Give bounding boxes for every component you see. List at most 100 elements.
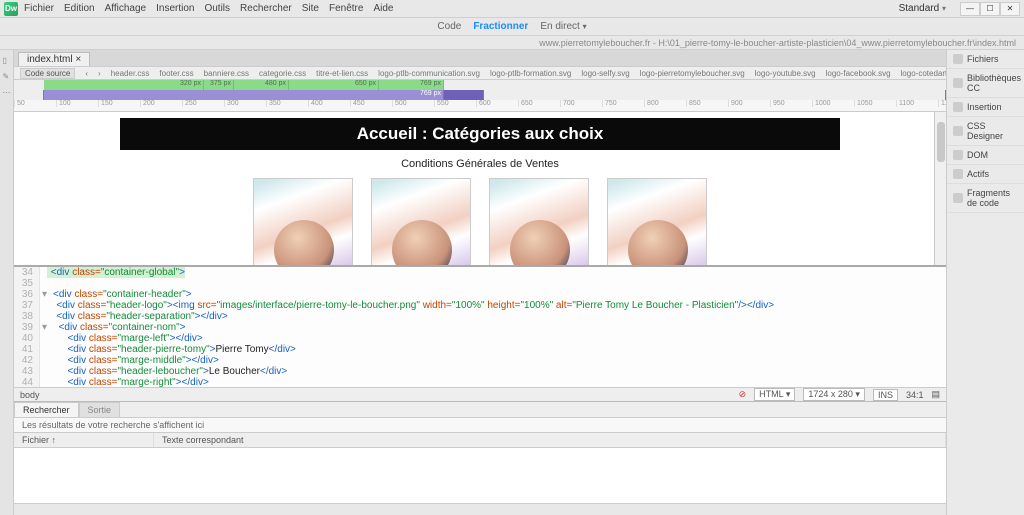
tag-path[interactable]: body	[20, 390, 40, 400]
nav-next-icon[interactable]: ›	[98, 69, 101, 78]
related-file[interactable]: categorie.css	[259, 69, 306, 78]
panel-dom[interactable]: DOM	[947, 146, 1024, 165]
line-number: 38	[14, 311, 40, 322]
mq-segment[interactable]: 320 px	[44, 80, 204, 90]
related-file[interactable]: logo-cotedartiste.svg	[901, 69, 946, 78]
nav-prev-icon[interactable]: ‹	[85, 69, 88, 78]
related-file[interactable]: logo-pierretomyleboucher.svg	[640, 69, 745, 78]
mq-segment[interactable]: 769 px	[44, 90, 444, 100]
code-view[interactable]: 34 <div class="container-global">35 36▾<…	[14, 267, 946, 387]
view-code[interactable]: Code	[437, 21, 461, 32]
tool-icon[interactable]: ⋯	[3, 88, 11, 96]
mq-segment[interactable]: 769 px	[379, 80, 444, 90]
files-icon	[953, 54, 963, 64]
media-query-bar-max[interactable]: 769 px	[14, 90, 946, 100]
left-toolbar: ▯ ✎ ⋯	[0, 50, 14, 515]
line-number: 42	[14, 355, 40, 366]
maximize-button[interactable]: ☐	[980, 2, 1000, 16]
page-heading: Accueil : Catégories aux choix	[120, 118, 840, 150]
tag-selector-bar: body ⊘ HTML ▾ 1724 x 280 ▾ INS 34:1 ▤	[14, 387, 946, 401]
code-line[interactable]: <div class="container-header">	[49, 289, 192, 300]
fold-arrow-icon[interactable]: ▾	[40, 289, 49, 300]
panel-cclib[interactable]: Bibliothèques CC	[947, 69, 1024, 98]
related-file[interactable]: banniere.css	[204, 69, 249, 78]
view-live[interactable]: En direct ▾	[540, 21, 586, 32]
code-line[interactable]	[47, 278, 51, 289]
menu-item[interactable]: Site	[302, 3, 319, 14]
fold-arrow-icon	[40, 267, 47, 278]
code-line[interactable]: <div class="header-separation"></div>	[47, 311, 228, 322]
fold-arrow-icon[interactable]: ▾	[40, 322, 49, 333]
ruler: 5010015020025030035040045050055060065070…	[14, 100, 946, 112]
workspace-switcher[interactable]: Standard ▾	[899, 3, 946, 14]
source-code-toggle[interactable]: Code source	[20, 68, 75, 79]
portrait-card[interactable]	[607, 178, 707, 267]
search-panel: Rechercher Sortie Les résultats de votre…	[14, 401, 946, 515]
code-line[interactable]: <div class="header-leboucher">Le Boucher…	[47, 366, 287, 377]
code-line[interactable]: <div class="marge-left"></div>	[47, 333, 203, 344]
portrait-card[interactable]	[489, 178, 589, 267]
lang-select[interactable]: HTML ▾	[754, 388, 795, 401]
related-file[interactable]: footer.css	[159, 69, 193, 78]
media-query-bar-min[interactable]: 320 px 375 px 480 px 650 px 769 px	[14, 80, 946, 90]
fold-arrow-icon	[40, 278, 47, 289]
related-file[interactable]: logo-selfy.svg	[581, 69, 629, 78]
output-tab[interactable]: Sortie	[79, 402, 121, 417]
close-button[interactable]: ✕	[1000, 2, 1020, 16]
related-file[interactable]: logo-youtube.svg	[755, 69, 816, 78]
tool-icon[interactable]: ▯	[3, 56, 11, 64]
panel-assets[interactable]: Actifs	[947, 165, 1024, 184]
panel-files[interactable]: Fichiers	[947, 50, 1024, 69]
minimize-button[interactable]: —	[960, 2, 980, 16]
insert-icon	[953, 102, 963, 112]
scrollbar[interactable]	[934, 112, 946, 265]
line-number: 37	[14, 300, 40, 311]
menu-item[interactable]: Outils	[204, 3, 230, 14]
related-file[interactable]: logo-ptlb-communication.svg	[378, 69, 480, 78]
scroll-thumb[interactable]	[937, 122, 945, 162]
title-bar: Dw Fichier Edition Affichage Insertion O…	[0, 0, 1024, 18]
code-line[interactable]: <div class="marge-right"></div>	[47, 377, 209, 387]
portrait-card[interactable]	[371, 178, 471, 267]
overflow-icon[interactable]: ▤	[931, 389, 940, 400]
col-file[interactable]: Fichier ↑	[14, 433, 154, 447]
panel-snippets[interactable]: Fragments de code	[947, 184, 1024, 213]
code-line[interactable]: <div class="container-global">	[47, 267, 185, 278]
search-tab[interactable]: Rechercher	[14, 402, 79, 417]
related-file[interactable]: logo-facebook.svg	[826, 69, 891, 78]
panel-cssdesigner[interactable]: CSS Designer	[947, 117, 1024, 146]
code-line[interactable]: <div class="header-logo"><img src="image…	[47, 300, 774, 311]
document-tab[interactable]: index.html ×	[18, 52, 90, 66]
menu-item[interactable]: Fenêtre	[329, 3, 363, 14]
mq-segment[interactable]: 375 px	[204, 80, 234, 90]
tool-icon[interactable]: ✎	[3, 72, 11, 80]
menu-item[interactable]: Edition	[64, 3, 95, 14]
code-line[interactable]: <div class="marge-middle"></div>	[47, 355, 219, 366]
panel-insert[interactable]: Insertion	[947, 98, 1024, 117]
related-file[interactable]: header.css	[111, 69, 150, 78]
mq-segment[interactable]: 650 px	[289, 80, 379, 90]
line-number: 36	[14, 289, 40, 300]
viewport-size[interactable]: 1724 x 280 ▾	[803, 388, 865, 401]
menu-item[interactable]: Aide	[373, 3, 393, 14]
menu-item[interactable]: Insertion	[156, 3, 194, 14]
code-line[interactable]: <div class="container-nom">	[49, 322, 185, 333]
mq-segment[interactable]: 480 px	[234, 80, 289, 90]
menu-item[interactable]: Fichier	[24, 3, 54, 14]
line-number: 41	[14, 344, 40, 355]
view-split[interactable]: Fractionner	[473, 21, 528, 32]
menu-item[interactable]: Rechercher	[240, 3, 292, 14]
insert-mode[interactable]: INS	[873, 389, 898, 401]
menu-item[interactable]: Affichage	[105, 3, 147, 14]
related-file[interactable]: titre-et-lien.css	[316, 69, 368, 78]
design-view[interactable]: Accueil : Catégories aux choix Condition…	[14, 112, 946, 267]
cloud-icon	[953, 78, 963, 88]
mq-segment[interactable]	[444, 90, 484, 100]
fold-arrow-icon	[40, 344, 47, 355]
code-line[interactable]: <div class="header-pierre-tomy">Pierre T…	[47, 344, 296, 355]
portrait-card[interactable]	[253, 178, 353, 267]
related-file[interactable]: logo-ptlb-formation.svg	[490, 69, 571, 78]
col-match[interactable]: Texte correspondant	[154, 433, 946, 447]
css-icon	[953, 126, 963, 136]
error-icon[interactable]: ⊘	[739, 389, 747, 400]
